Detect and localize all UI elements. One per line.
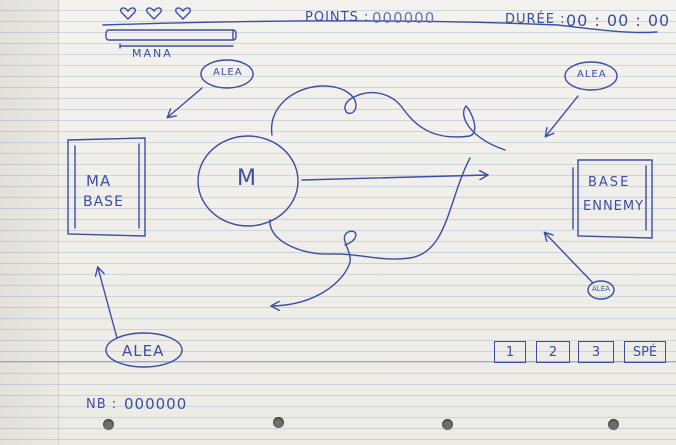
path-lower xyxy=(269,157,471,260)
unit-3-button[interactable]: 3 xyxy=(578,341,614,363)
alea-label: ALEA xyxy=(213,67,243,78)
alea-arrow xyxy=(98,268,118,339)
mana-label: MANA xyxy=(132,47,173,60)
mana-bar xyxy=(105,29,237,41)
duration-label: DURÉE : xyxy=(505,12,566,27)
alea-arrow xyxy=(168,87,203,117)
duration-value: 00 : 00 : 00 xyxy=(566,11,671,30)
heart-icon xyxy=(119,7,137,20)
special-button[interactable]: SPÉ xyxy=(624,341,666,363)
nb-label: NB : xyxy=(86,397,118,412)
attack-arrow xyxy=(301,175,487,181)
unit-label: M xyxy=(237,166,257,191)
alea-label: ALEA xyxy=(122,342,165,360)
path-upper xyxy=(270,85,506,151)
unit-1-button[interactable]: 1 xyxy=(494,341,526,363)
alea-arrow xyxy=(546,95,579,136)
sketch-layer xyxy=(67,7,658,368)
heart-icon xyxy=(174,7,192,20)
alea-arrow xyxy=(545,233,593,283)
player-base-label: MA xyxy=(86,172,112,190)
heart-icon xyxy=(145,7,163,20)
points-value: 000000 xyxy=(372,9,436,27)
player-base-label: BASE xyxy=(83,194,124,210)
nb-value: 000000 xyxy=(124,395,188,413)
enemy-base-label: BASE xyxy=(588,175,631,190)
points-label: POINTS : xyxy=(305,10,370,25)
enemy-base-label: ENNEMY xyxy=(583,199,645,214)
alea-label: ALEA xyxy=(577,69,607,80)
unit-2-button[interactable]: 2 xyxy=(536,341,570,363)
alea-label: ALEA xyxy=(592,285,610,293)
